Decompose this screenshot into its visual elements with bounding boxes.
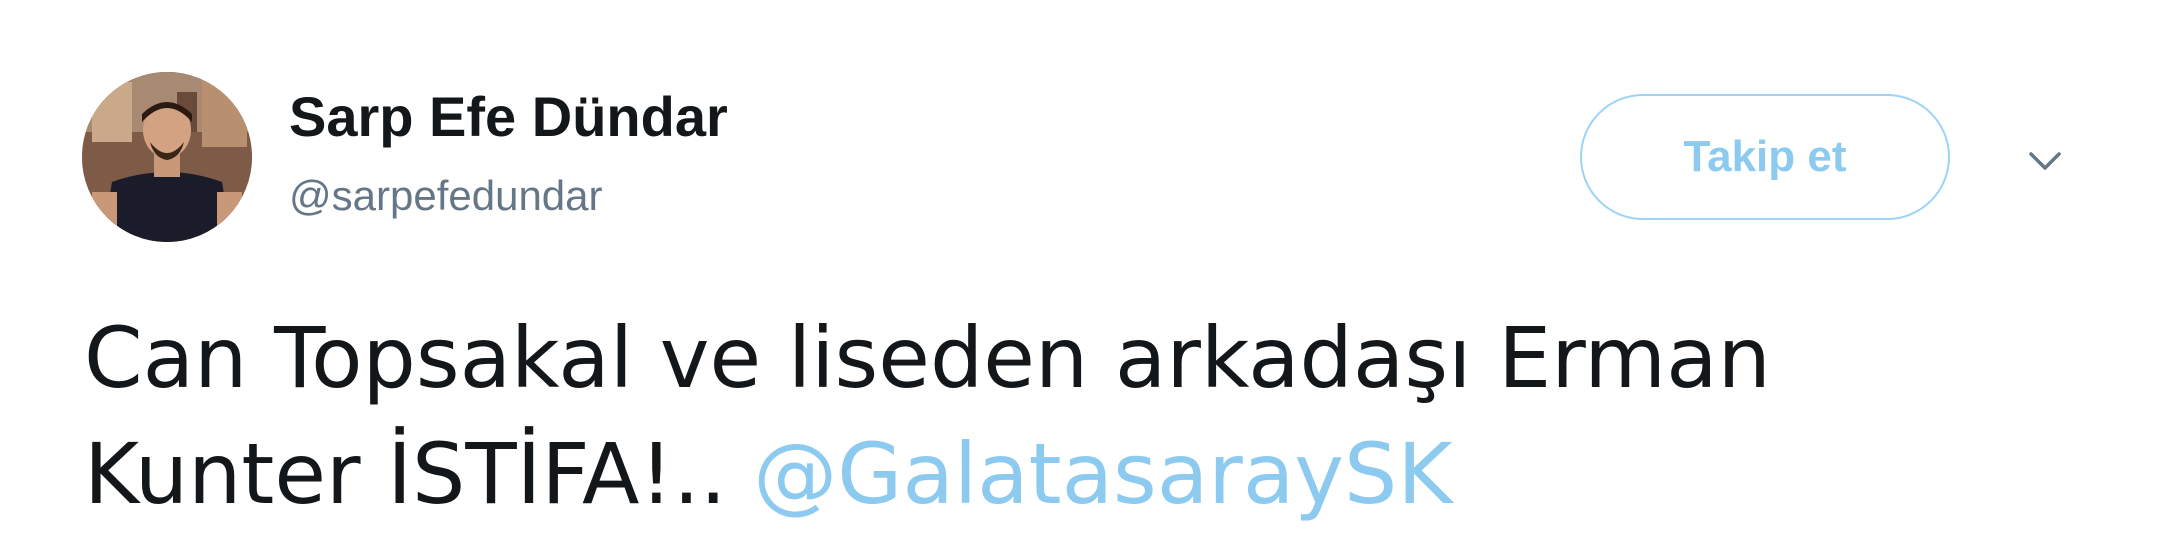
chevron-down-icon[interactable] [2015,130,2075,190]
tweet-card: Sarp Efe Dündar @sarpefedundar Takip et … [0,0,2159,555]
author-handle[interactable]: @sarpefedundar [289,168,603,224]
tweet-text-line-1: Can Topsakal ve liseden arkadaşı Erman [84,309,1771,407]
tweet-text: Can Topsakal ve liseden arkadaşı Erman K… [84,300,1984,532]
tweet-text-line-2-prefix: Kunter İSTİFA!.. [84,425,754,523]
tweet-text-line-2: Kunter İSTİFA!.. @GalatasaraySK [84,416,1984,532]
mention-link[interactable]: @GalatasaraySK [753,425,1452,523]
avatar[interactable] [82,72,252,242]
follow-button[interactable]: Takip et [1580,94,1950,220]
author-name[interactable]: Sarp Efe Dündar [289,82,728,152]
